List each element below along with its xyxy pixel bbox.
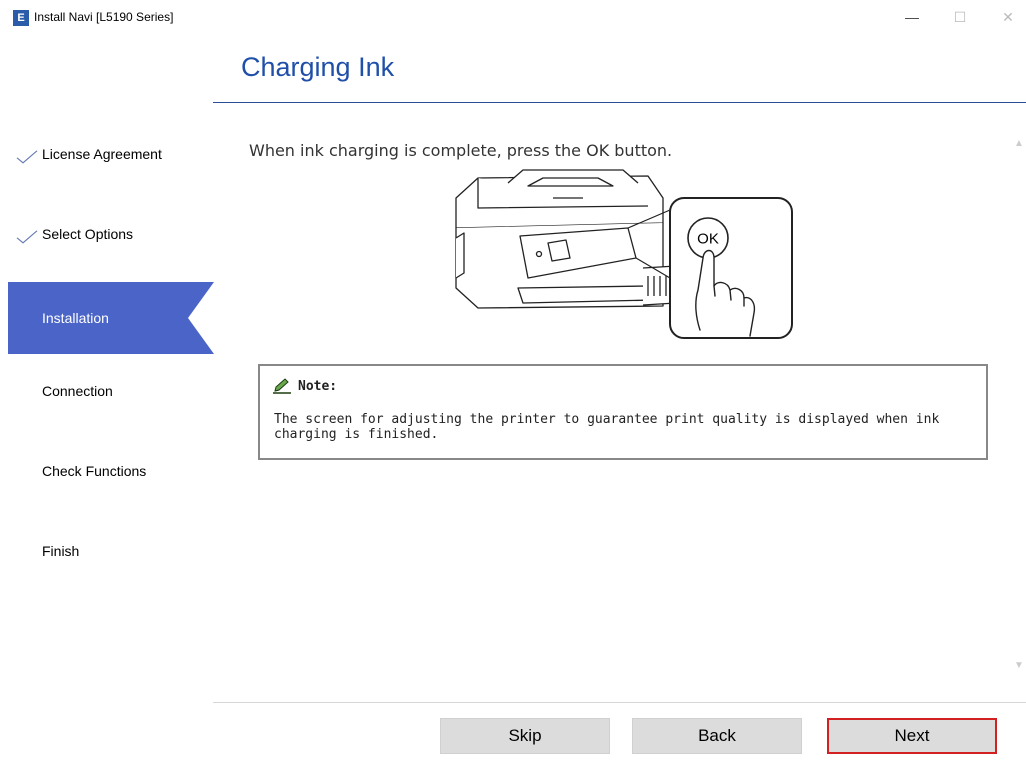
active-indicator — [188, 282, 214, 354]
next-button[interactable]: Next — [827, 718, 997, 754]
ok-button-label: OK — [697, 231, 719, 248]
sidebar-item-label: Finish — [42, 543, 80, 559]
sidebar-item-license-agreement: License Agreement — [8, 118, 214, 190]
instruction-text: When ink charging is complete, press the… — [249, 141, 673, 160]
sidebar-item-installation: Installation — [8, 282, 214, 354]
sidebar-item-label: License Agreement — [42, 146, 162, 162]
sidebar-item-check-functions: Check Functions — [8, 435, 214, 507]
back-button[interactable]: Back — [632, 718, 802, 754]
footer-divider — [213, 702, 1026, 703]
close-button[interactable]: ✕ — [990, 4, 1026, 30]
skip-button[interactable]: Skip — [440, 718, 610, 754]
printer-illustration: OK — [455, 169, 793, 339]
pencil-icon — [273, 378, 291, 394]
note-body: The screen for adjusting the printer to … — [274, 412, 940, 442]
header-divider — [213, 102, 1026, 103]
note-title-label: Note: — [298, 378, 338, 394]
title-bar: E Install Navi [L5190 Series] — ☐ ✕ — [0, 0, 1026, 36]
check-icon — [16, 150, 38, 164]
maximize-button[interactable]: ☐ — [942, 4, 978, 30]
note-box: Note: The screen for adjusting the print… — [258, 364, 988, 460]
sidebar-item-label: Connection — [42, 383, 113, 399]
page-title: Charging Ink — [241, 52, 395, 82]
sidebar-item-select-options: Select Options — [8, 198, 214, 270]
sidebar-item-connection: Connection — [8, 355, 214, 427]
sidebar-item-label: Check Functions — [42, 463, 147, 479]
sidebar-item-label: Installation — [42, 310, 109, 326]
app-icon: E — [13, 10, 29, 26]
note-title: Note: — [272, 378, 337, 394]
minimize-button[interactable]: — — [894, 4, 930, 30]
sidebar-item-finish: Finish — [8, 515, 214, 587]
window-title: Install Navi [L5190 Series] — [34, 10, 174, 24]
sidebar-item-label: Select Options — [42, 226, 134, 242]
check-icon — [16, 230, 38, 244]
scroll-up-arrow[interactable]: ▲ — [1014, 138, 1024, 149]
scroll-down-arrow[interactable]: ▼ — [1014, 660, 1024, 671]
